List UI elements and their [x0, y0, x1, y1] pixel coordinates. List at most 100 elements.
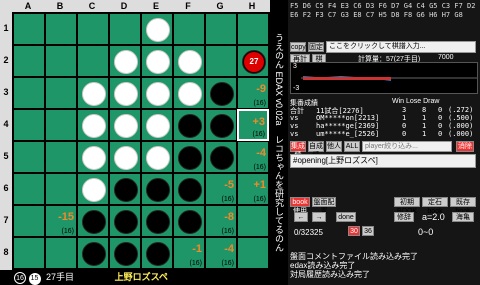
- hint-value: +3: [252, 116, 265, 128]
- board-cell-c5[interactable]: [77, 141, 109, 173]
- done-button[interactable]: done: [336, 212, 356, 222]
- board-cell-e1[interactable]: [141, 13, 173, 45]
- board-cell-a8[interactable]: [13, 237, 45, 269]
- move-list[interactable]: F5 D6 C5 F4 E3 C6 D3 F6 D7 G4 C4 G5 C3 F…: [290, 2, 478, 38]
- board-cell-d4[interactable]: [109, 109, 141, 141]
- board-cell-e2[interactable]: [141, 45, 173, 77]
- side-panel: F5 D6 C5 F4 E3 C6 D3 F6 D7 G4 C4 G5 C3 F…: [288, 0, 480, 285]
- board-cell-d2[interactable]: [109, 45, 141, 77]
- board-cell-a2[interactable]: [13, 45, 45, 77]
- black-disc: [210, 114, 234, 138]
- board-cell-h8[interactable]: [237, 237, 269, 269]
- board-cell-a6[interactable]: [13, 173, 45, 205]
- player-filter-input[interactable]: player絞り込み...: [362, 141, 452, 152]
- board-cell-h4[interactable]: +3 (16): [237, 109, 269, 141]
- forward-button[interactable]: →: [312, 212, 326, 222]
- alpha-label: a=2.0: [422, 212, 445, 222]
- white-disc: [82, 114, 106, 138]
- board-cell-c3[interactable]: [77, 77, 109, 109]
- board-cell-b5[interactable]: [45, 141, 77, 173]
- board-cell-f2[interactable]: [173, 45, 205, 77]
- board-cell-e5[interactable]: [141, 141, 173, 173]
- board-cell-h2[interactable]: 27: [237, 45, 269, 77]
- book-joseki-button[interactable]: 定石book: [422, 197, 448, 215]
- board-cell-e4[interactable]: [141, 109, 173, 141]
- move-number: 27手目: [46, 272, 75, 282]
- board-cell-c7[interactable]: [77, 205, 109, 237]
- filter-button-0[interactable]: 集成績: [290, 141, 306, 159]
- white-disc: [82, 82, 106, 106]
- copy-button[interactable]: copy: [290, 42, 306, 52]
- board-cell-a7[interactable]: [13, 205, 45, 237]
- board-cell-f8[interactable]: -1 (16): [173, 237, 205, 269]
- board-cell-b2[interactable]: [45, 45, 77, 77]
- board-cell-c6[interactable]: [77, 173, 109, 205]
- board-cell-d6[interactable]: [109, 173, 141, 205]
- board-cell-a4[interactable]: [13, 109, 45, 141]
- hint-setting-button[interactable]: 修辞: [394, 212, 414, 222]
- othello-board[interactable]: 27 -9 (16) +3 (16) -4 (16) -5 (16) +1 (16) -15 (16) -…: [12, 12, 270, 270]
- board-cell-e6[interactable]: [141, 173, 173, 205]
- level-36[interactable]: 36: [362, 226, 374, 236]
- board-cell-f1[interactable]: [173, 13, 205, 45]
- board-cell-h5[interactable]: -4 (16): [237, 141, 269, 173]
- column-label-b: B: [56, 1, 64, 11]
- board-cell-c4[interactable]: [77, 109, 109, 141]
- board-cell-g2[interactable]: [205, 45, 237, 77]
- board-cell-e8[interactable]: [141, 237, 173, 269]
- board-cell-g8[interactable]: -4 (16): [205, 237, 237, 269]
- board-cell-a1[interactable]: [13, 13, 45, 45]
- board-setting-button[interactable]: 盤面配置: [312, 197, 336, 215]
- board-cell-h1[interactable]: [237, 13, 269, 45]
- board-cell-d7[interactable]: [109, 205, 141, 237]
- board-cell-c8[interactable]: [77, 237, 109, 269]
- board-cell-e7[interactable]: [141, 205, 173, 237]
- board-cell-g3[interactable]: [205, 77, 237, 109]
- board-cell-g7[interactable]: -8 (16): [205, 205, 237, 237]
- board-cell-f5[interactable]: [173, 141, 205, 173]
- board-cell-b8[interactable]: [45, 237, 77, 269]
- umigame-button[interactable]: 海亀: [452, 212, 474, 222]
- board-cell-c2[interactable]: [77, 45, 109, 77]
- filter-button-3[interactable]: ALL: [344, 141, 360, 152]
- board-cell-g5[interactable]: [205, 141, 237, 173]
- board-cell-h7[interactable]: [237, 205, 269, 237]
- board-cell-f6[interactable]: [173, 173, 205, 205]
- filter-button-2[interactable]: 他人: [326, 141, 342, 152]
- board-cell-h6[interactable]: +1 (16): [237, 173, 269, 205]
- board-cell-g1[interactable]: [205, 13, 237, 45]
- board-cell-h3[interactable]: -9 (16): [237, 77, 269, 109]
- board-cell-d1[interactable]: [109, 13, 141, 45]
- reset-button[interactable]: 消除: [456, 141, 474, 152]
- book-init-button[interactable]: 初期BOOK: [394, 197, 420, 215]
- board-cell-b3[interactable]: [45, 77, 77, 109]
- board-cell-a5[interactable]: [13, 141, 45, 173]
- filter-button-1[interactable]: 自成績: [308, 141, 324, 159]
- kifu-input[interactable]: ここをクリックして棋譜入力...: [326, 41, 476, 53]
- back-button[interactable]: ←: [294, 212, 308, 222]
- board-cell-c1[interactable]: [77, 13, 109, 45]
- white-disc: [114, 82, 138, 106]
- board-cell-b7[interactable]: -15 (16): [45, 205, 77, 237]
- board-cell-b4[interactable]: [45, 109, 77, 141]
- board-cell-a3[interactable]: [13, 77, 45, 109]
- board-cell-f4[interactable]: [173, 109, 205, 141]
- board-cell-f3[interactable]: [173, 77, 205, 109]
- opening-input[interactable]: #opening[上野ロズスペ]: [290, 154, 476, 168]
- fix-button[interactable]: 固定: [308, 42, 324, 52]
- board-cell-e3[interactable]: [141, 77, 173, 109]
- board-cell-g4[interactable]: [205, 109, 237, 141]
- black-disc: [178, 146, 202, 170]
- stats-win: 0: [402, 122, 407, 130]
- book-use-button[interactable]: book使用: [290, 197, 310, 215]
- board-cell-d8[interactable]: [109, 237, 141, 269]
- board-cell-f7[interactable]: [173, 205, 205, 237]
- level-30[interactable]: 30: [348, 226, 360, 236]
- row-label-3: 3: [3, 87, 9, 97]
- board-cell-g6[interactable]: -5 (16): [205, 173, 237, 205]
- board-cell-d5[interactable]: [109, 141, 141, 173]
- board-cell-b6[interactable]: [45, 173, 77, 205]
- book-existing-button[interactable]: 既存book: [450, 197, 476, 215]
- board-cell-d3[interactable]: [109, 77, 141, 109]
- board-cell-b1[interactable]: [45, 13, 77, 45]
